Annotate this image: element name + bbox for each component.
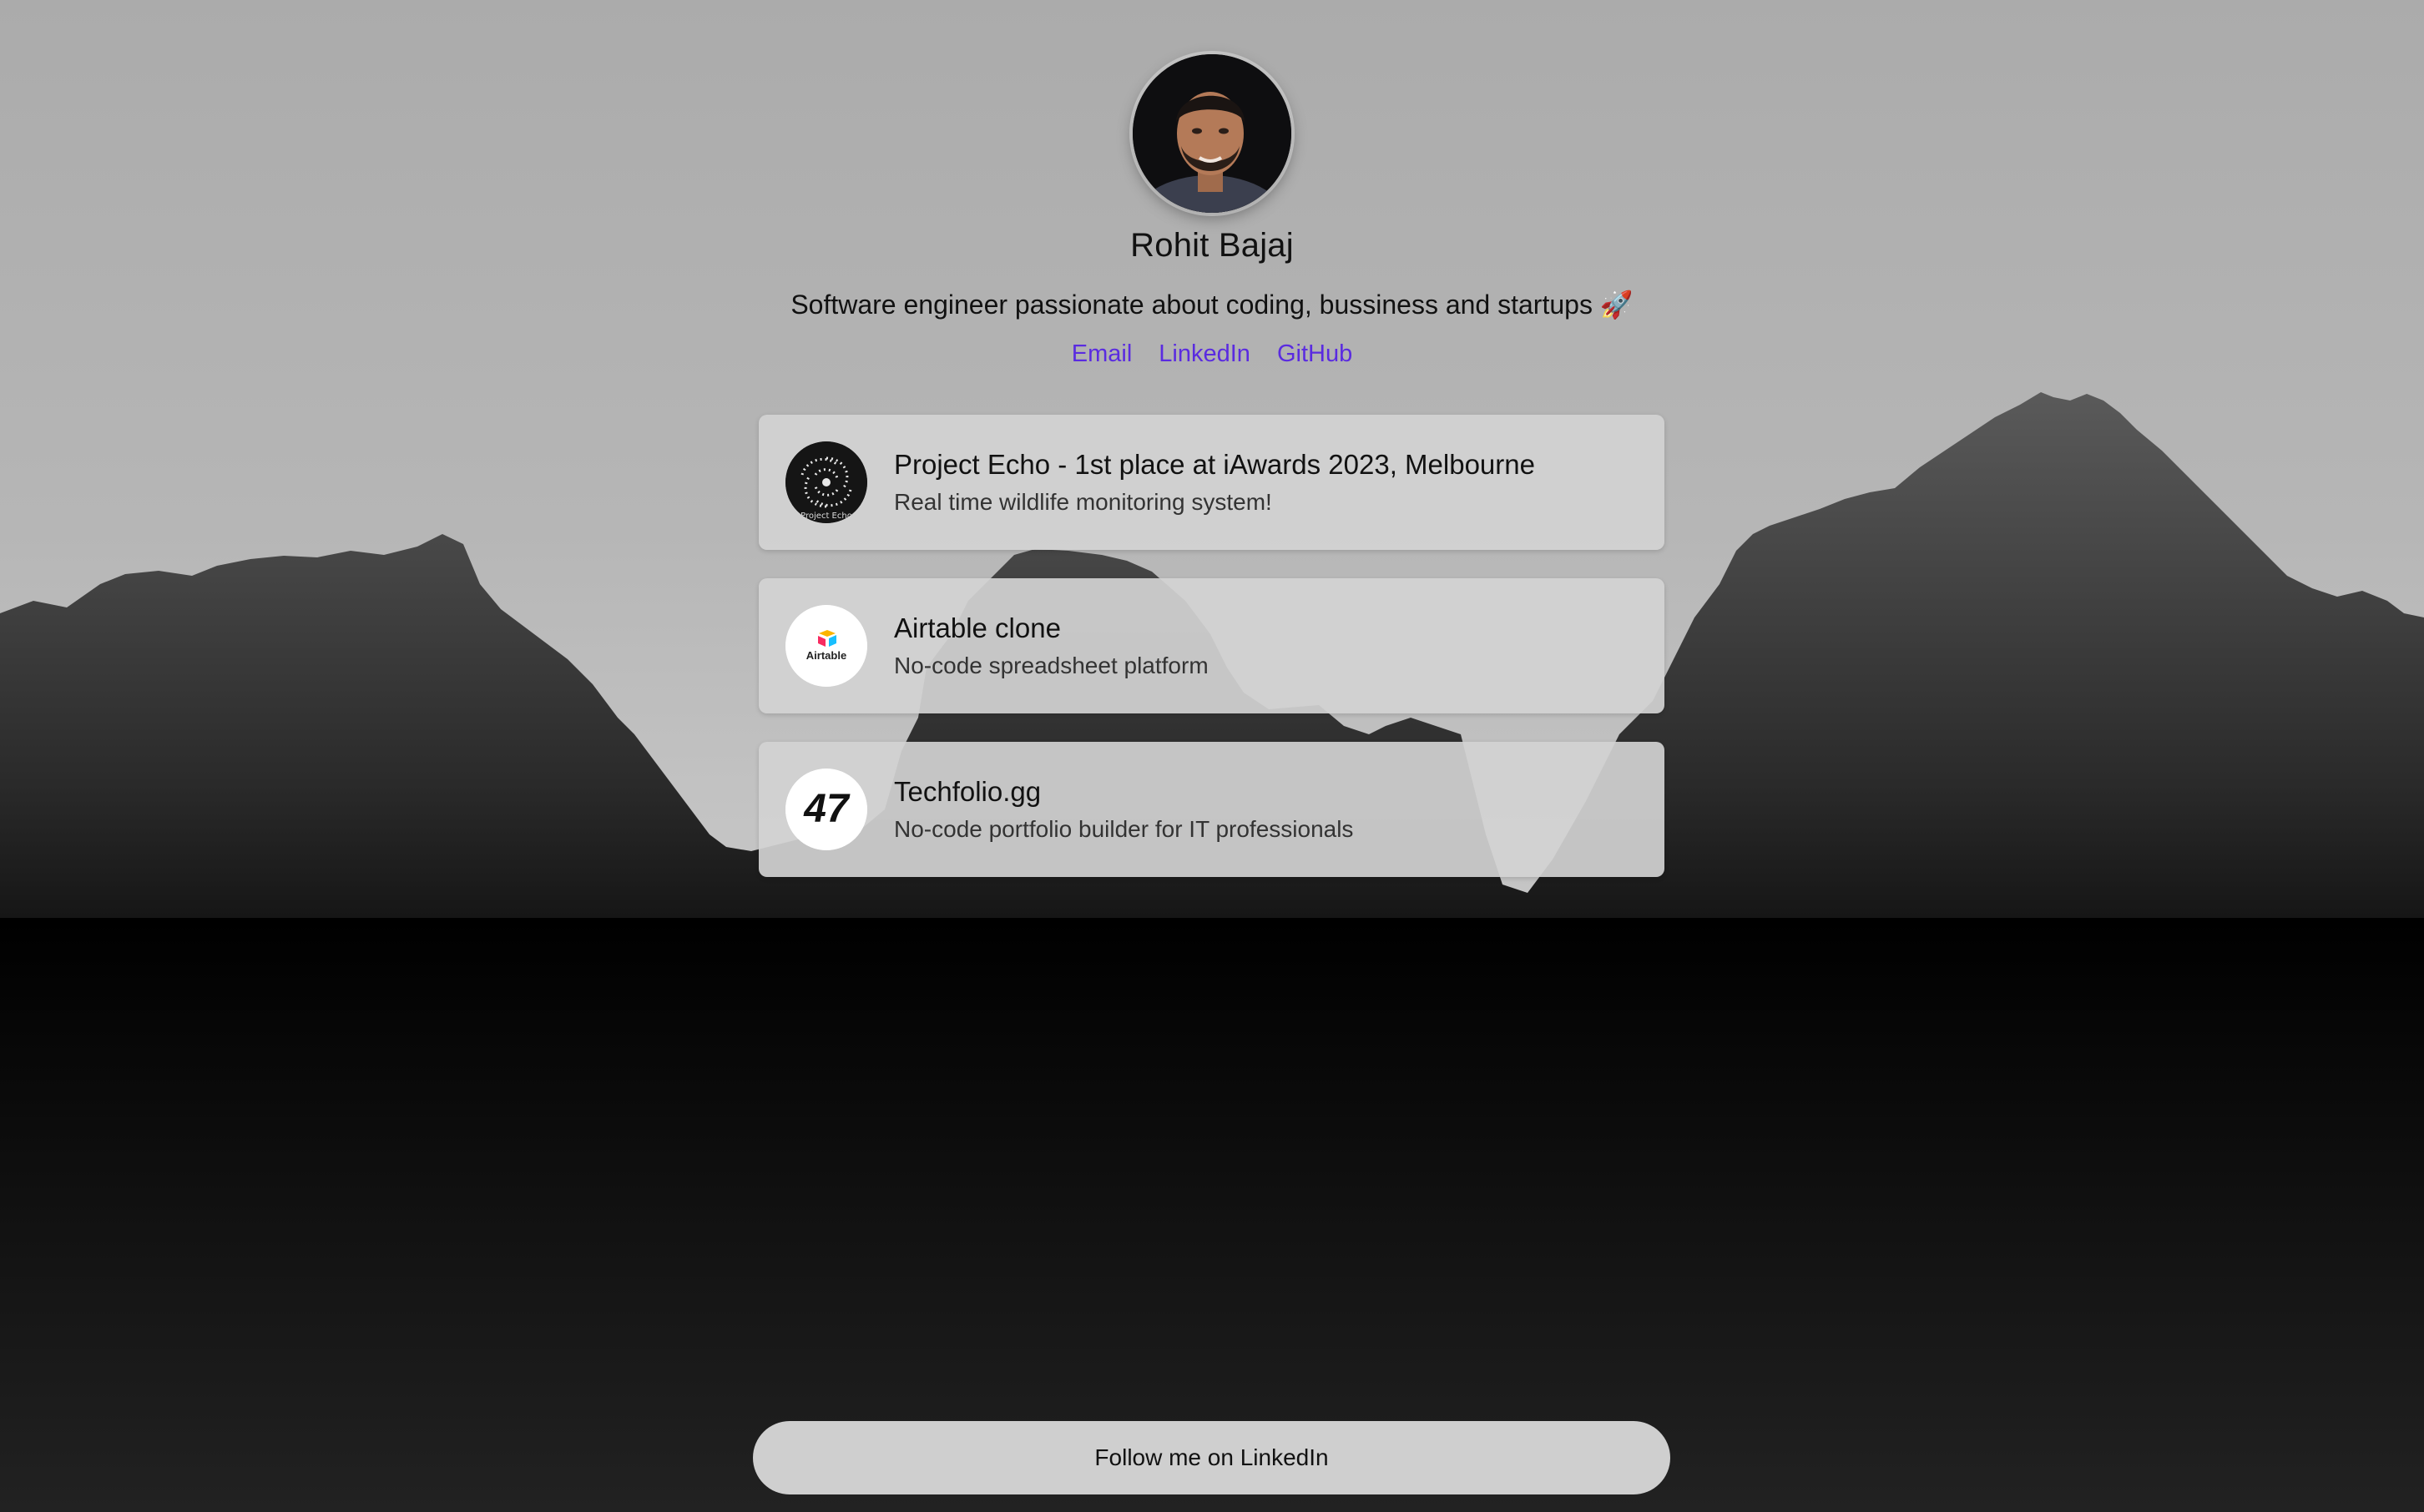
project-title: Techfolio.gg [894, 776, 1042, 807]
profile-photo-icon [1133, 54, 1291, 213]
project-echo-logo-text: Project Echo [800, 512, 852, 521]
techfolio-logo-text: 47 [803, 787, 851, 831]
project-subtitle: No-code spreadsheet platform [894, 653, 1209, 678]
project-title: Airtable clone [894, 612, 1061, 643]
project-card-text: Project Echo - 1st place at iAwards 2023… [894, 449, 1535, 516]
project-card-text: Techfolio.gg No-code portfolio builder f… [894, 776, 1353, 843]
project-subtitle: Real time wildlife monitoring system! [894, 489, 1272, 515]
project-card-techfolio[interactable]: 47 Techfolio.gg No-code portfolio builde… [759, 742, 1664, 877]
airtable-logo-text: Airtable [806, 649, 846, 662]
email-link[interactable]: Email [1072, 340, 1133, 368]
project-card-airtable[interactable]: Airtable Airtable clone No-code spreadsh… [759, 578, 1664, 713]
github-link[interactable]: GitHub [1277, 340, 1352, 368]
project-card-text: Airtable clone No-code spreadsheet platf… [894, 612, 1209, 679]
follow-linkedin-button[interactable]: Follow me on LinkedIn [753, 1421, 1670, 1494]
project-echo-logo-icon: Project Echo [785, 441, 867, 523]
linkedin-link[interactable]: LinkedIn [1159, 340, 1250, 368]
techfolio-logo-icon: 47 [785, 769, 867, 850]
project-card-echo[interactable]: Project Echo Project Echo - 1st place at… [759, 415, 1664, 550]
project-title: Project Echo - 1st place at iAwards 2023… [894, 449, 1535, 480]
avatar [1133, 54, 1291, 213]
page-content: Rohit Bajaj Software engineer passionate… [0, 0, 2424, 1512]
social-links: Email LinkedIn GitHub [0, 340, 2424, 368]
profile-name: Rohit Bajaj [1130, 227, 1294, 264]
profile-bio: Software engineer passionate about codin… [790, 290, 1634, 320]
project-subtitle: No-code portfolio builder for IT profess… [894, 816, 1354, 842]
airtable-logo-icon: Airtable [785, 605, 867, 687]
